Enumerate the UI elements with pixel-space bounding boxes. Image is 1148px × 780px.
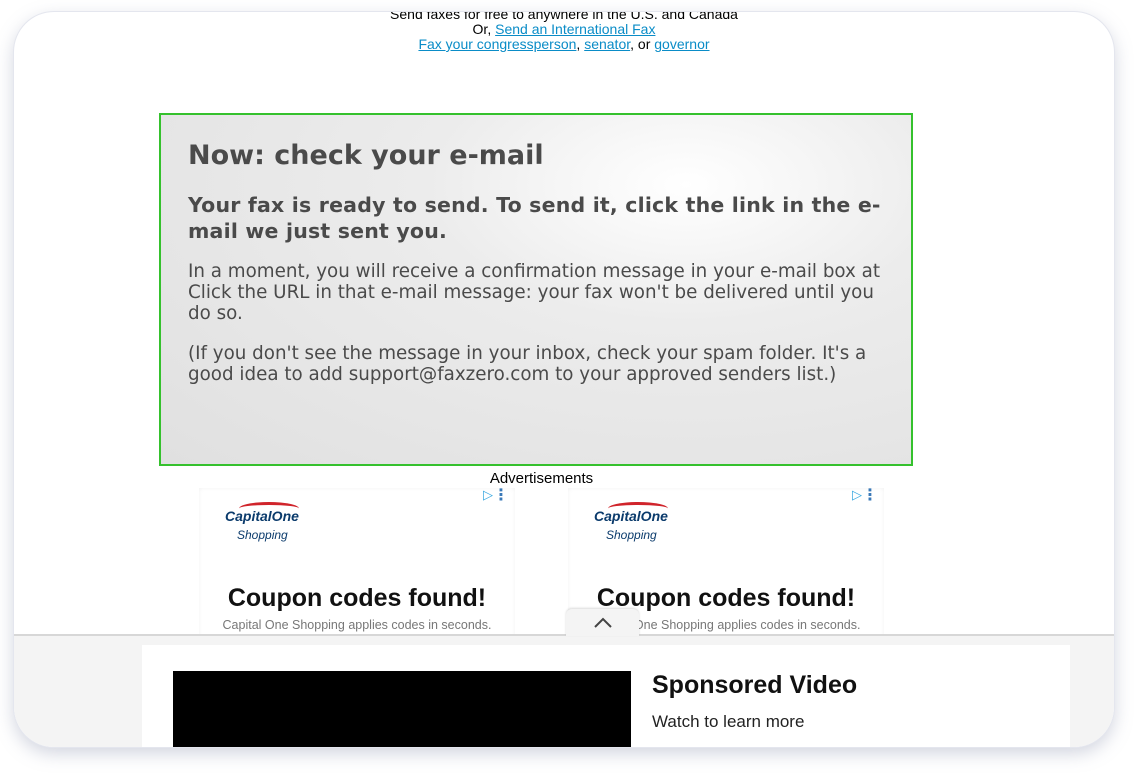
video-title: Sponsored Video [652, 671, 858, 699]
sponsored-video-bar: Sponsored Video Watch to learn more [14, 634, 1114, 747]
header-links: Send faxes for free to anywhere in the U… [14, 12, 1114, 52]
ad-subtext: Capital One Shopping applies codes in se… [222, 618, 492, 632]
header-line-2: Or, Send an International Fax [14, 22, 1114, 37]
alert-paragraph-2: Click the URL in that e-mail message: yo… [188, 281, 874, 324]
adchoices-icon[interactable]: ▷ [483, 488, 493, 503]
header-line-3: Fax your congressperson, senator, or gov… [14, 37, 1114, 52]
advertisements-label: Advertisements [489, 470, 594, 487]
capital-one-logo: CapitalOne [225, 508, 299, 524]
senator-link[interactable]: senator [584, 36, 630, 52]
alert-paragraph-1: In a moment, you will receive a confirma… [188, 261, 881, 282]
alert-subtitle: Your fax is ready to send. To send it, c… [188, 193, 881, 243]
ad-card[interactable]: CapitalOne Shopping ▷ ⋮ Coupon codes fou… [199, 487, 515, 658]
chevron-up-icon [593, 617, 612, 628]
video-subtitle: Watch to learn more [652, 712, 805, 731]
sponsored-video-card[interactable]: Sponsored Video Watch to learn more [142, 645, 1070, 747]
congressperson-link[interactable]: Fax your congressperson [418, 36, 576, 52]
logo-subtitle: Shopping [237, 528, 288, 542]
international-fax-link[interactable]: Send an International Fax [495, 21, 655, 37]
ad-headline: Coupon codes found! [227, 584, 487, 612]
collapse-video-button[interactable] [566, 609, 639, 636]
governor-link[interactable]: governor [654, 36, 709, 52]
logo-subtitle: Shopping [606, 528, 657, 542]
video-player[interactable] [173, 671, 631, 747]
or-text: Or, [472, 21, 496, 37]
vertical-dots-icon[interactable]: ⋮ [493, 487, 509, 503]
alert-title: Now: check your e-mail [188, 140, 544, 171]
adchoices-icon[interactable]: ▷ [852, 488, 862, 503]
browser-frame: Send faxes for free to anywhere in the U… [14, 12, 1114, 747]
separator: , or [630, 36, 655, 52]
vertical-dots-icon[interactable]: ⋮ [862, 487, 878, 503]
alert-paragraph-3: (If you don't see the message in your in… [188, 343, 867, 386]
capital-one-logo: CapitalOne [594, 508, 668, 524]
check-email-alert: Now: check your e-mail Your fax is ready… [159, 113, 913, 466]
